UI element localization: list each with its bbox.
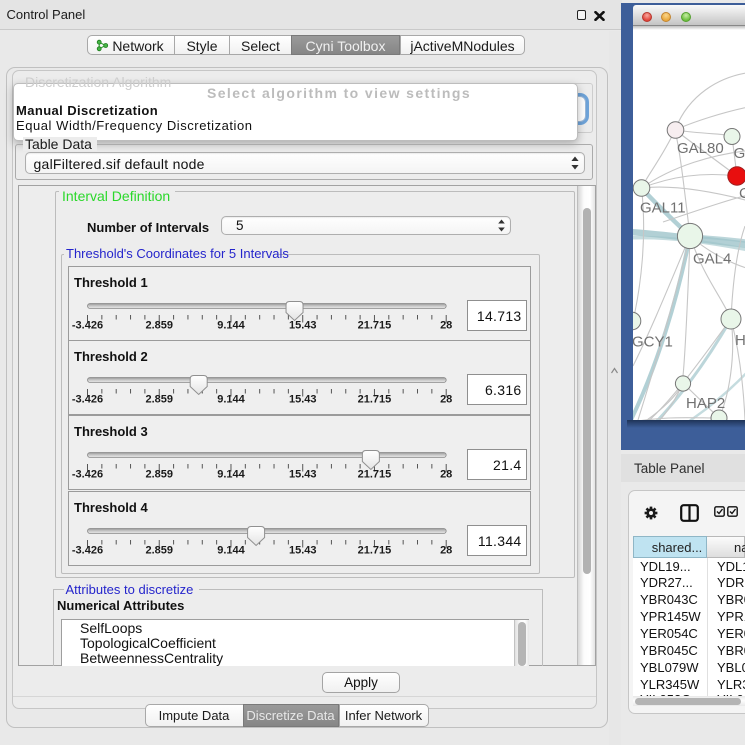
svg-text:9.144: 9.144 — [217, 394, 245, 406]
svg-text:2.859: 2.859 — [145, 319, 173, 331]
svg-text:GAL11: GAL11 — [640, 199, 686, 216]
svg-text:21.715: 21.715 — [357, 319, 391, 331]
svg-text:2.859: 2.859 — [145, 544, 173, 556]
svg-text:21.715: 21.715 — [357, 394, 391, 406]
svg-text:9.144: 9.144 — [217, 469, 245, 481]
svg-text:GA: GA — [734, 145, 745, 162]
svg-text:2.859: 2.859 — [145, 394, 173, 406]
svg-text:9.144: 9.144 — [217, 319, 245, 331]
svg-text:15.43: 15.43 — [289, 544, 317, 556]
svg-text:28: 28 — [440, 394, 452, 406]
svg-text:GAL4: GAL4 — [693, 250, 731, 267]
svg-text:-3.426: -3.426 — [72, 319, 103, 331]
svg-text:-3.426: -3.426 — [72, 544, 103, 556]
svg-text:15.43: 15.43 — [289, 394, 317, 406]
svg-text:2.859: 2.859 — [145, 469, 173, 481]
svg-text:9.144: 9.144 — [217, 544, 245, 556]
svg-text:21.715: 21.715 — [357, 544, 391, 556]
svg-text:HAP2: HAP2 — [686, 395, 725, 412]
svg-text:-3.426: -3.426 — [72, 394, 103, 406]
svg-text:C: C — [739, 185, 745, 202]
svg-text:15.43: 15.43 — [289, 469, 317, 481]
svg-text:GCY1: GCY1 — [633, 333, 673, 350]
svg-text:21.715: 21.715 — [357, 469, 391, 481]
svg-text:15.43: 15.43 — [289, 319, 317, 331]
svg-text:28: 28 — [440, 544, 452, 556]
svg-text:GAL80: GAL80 — [677, 140, 724, 157]
svg-text:-3.426: -3.426 — [72, 469, 103, 481]
svg-text:28: 28 — [440, 469, 452, 481]
svg-text:28: 28 — [440, 319, 452, 331]
svg-text:H: H — [735, 332, 745, 349]
